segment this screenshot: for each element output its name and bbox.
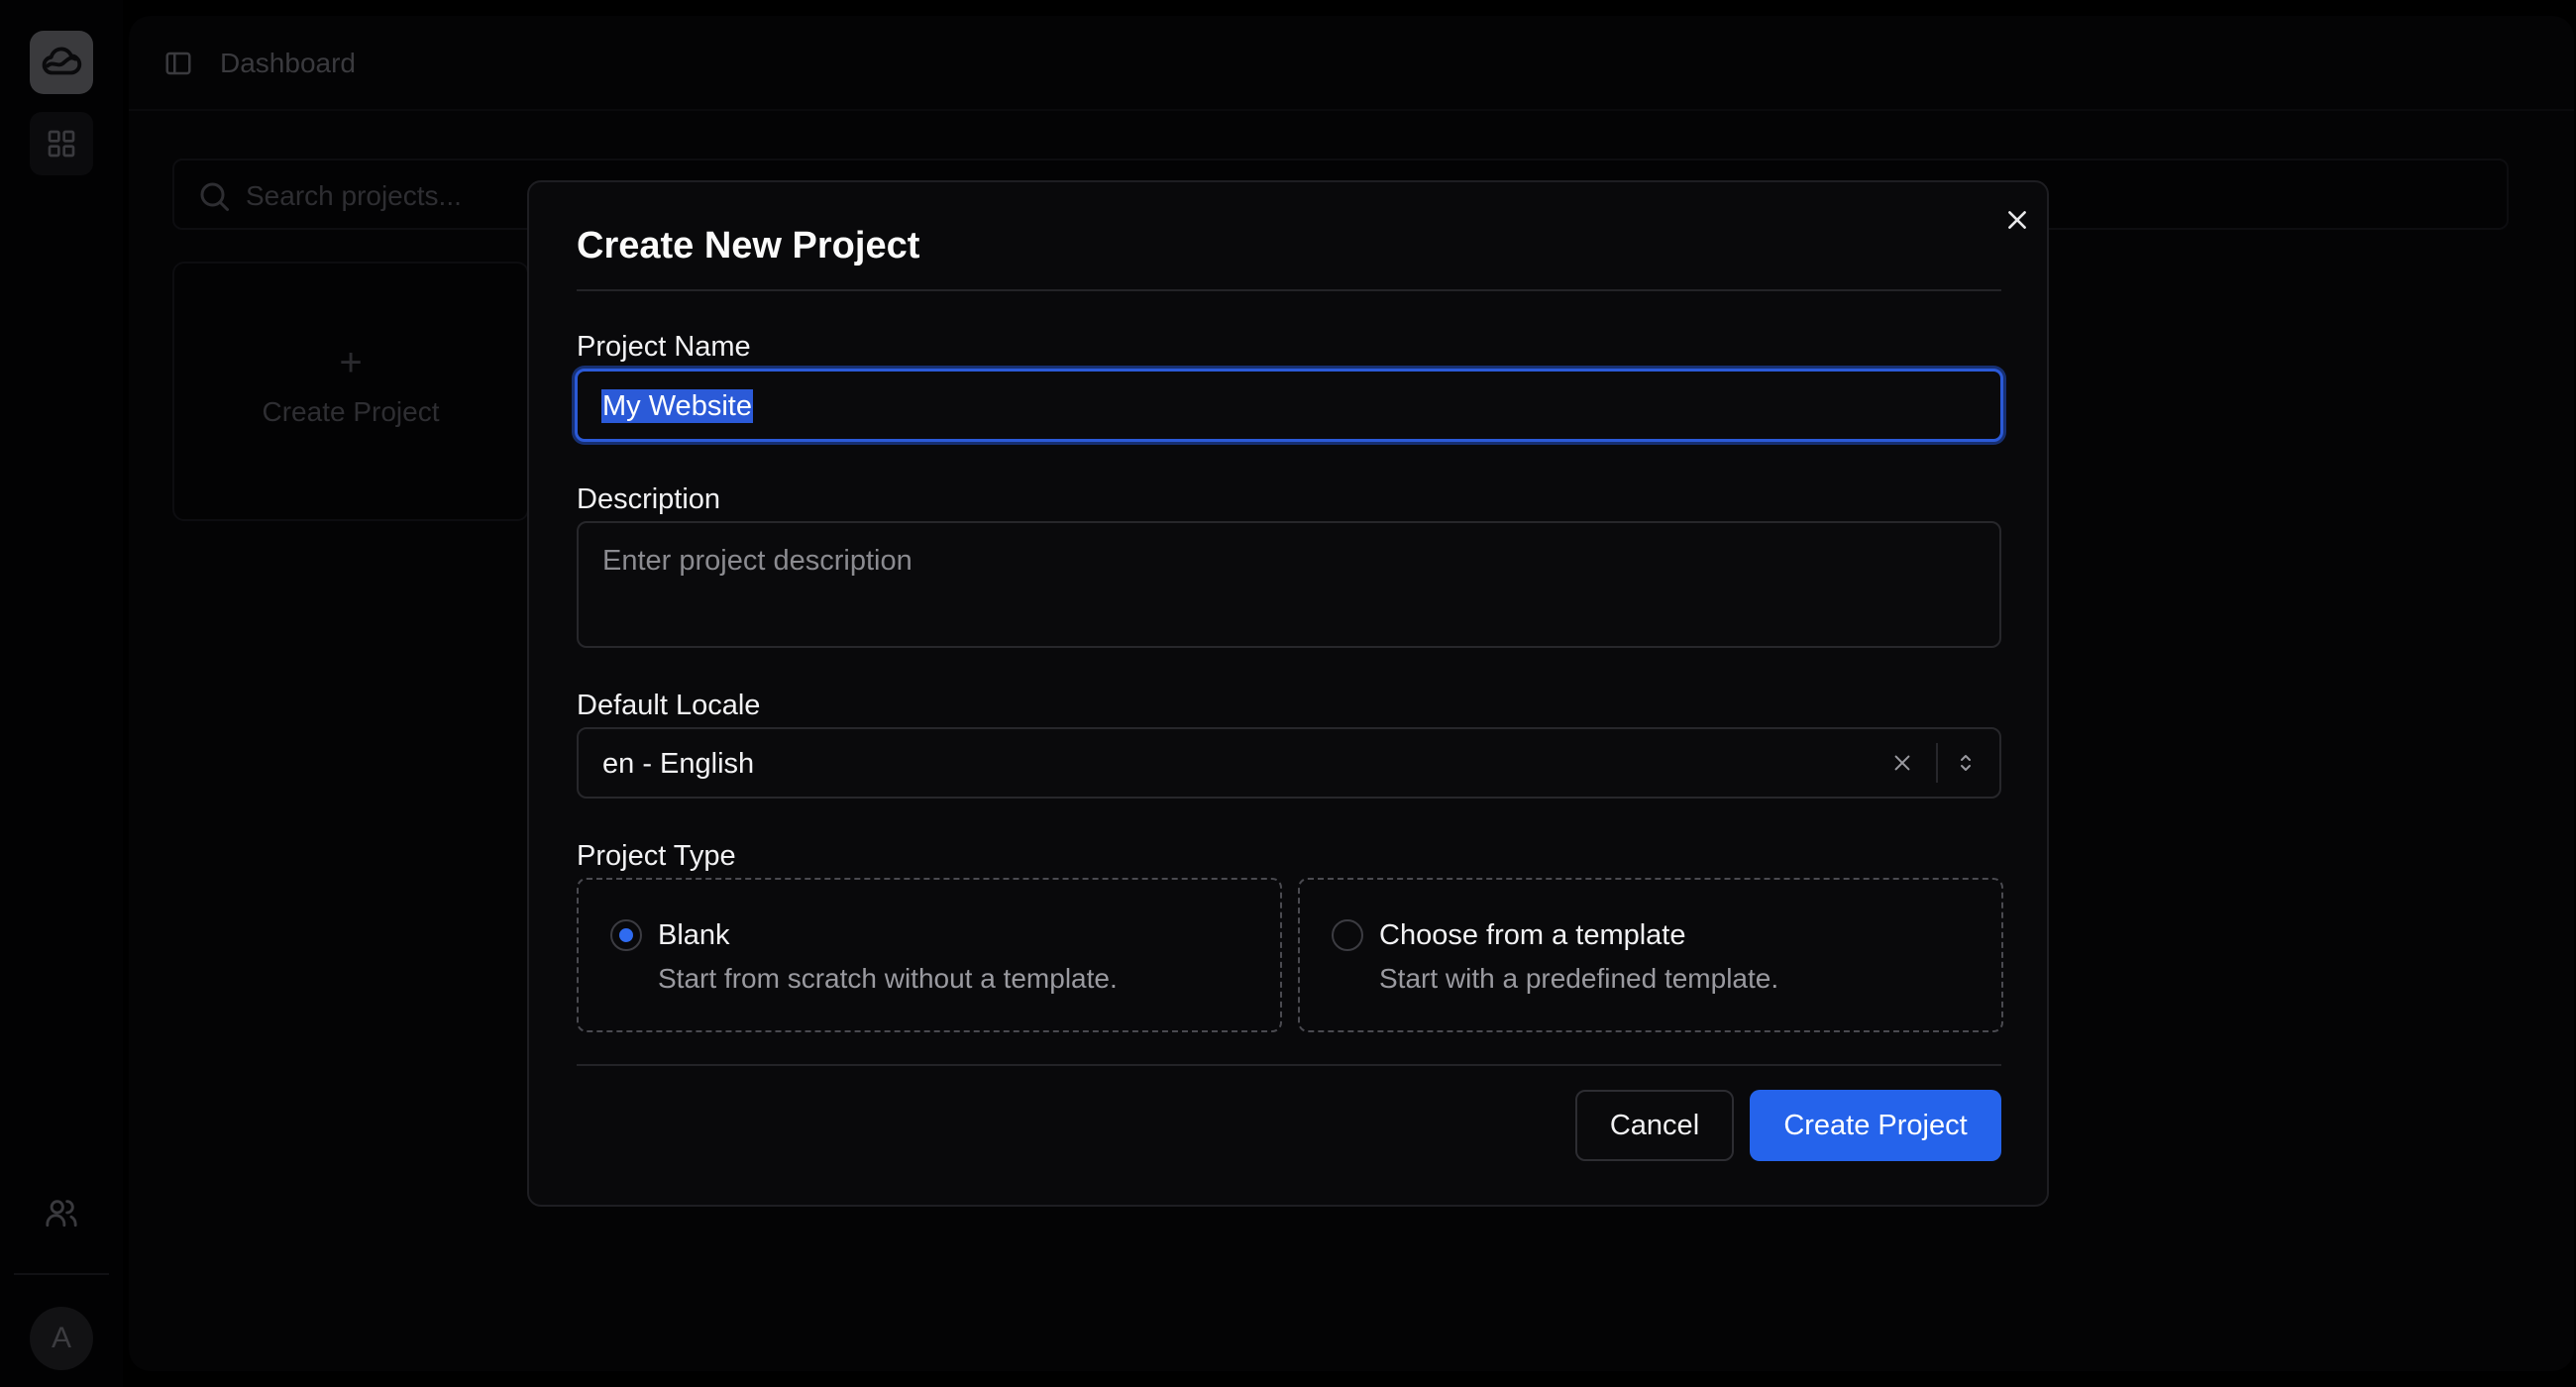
divider — [577, 1064, 2001, 1066]
create-project-card-label: Create Project — [262, 396, 440, 427]
project-name-label: Project Name — [577, 331, 751, 363]
option-title: Blank — [658, 919, 730, 951]
close-icon — [2008, 211, 2026, 229]
grid-icon — [48, 130, 75, 158]
default-locale-label: Default Locale — [577, 690, 761, 721]
sidebar-divider — [14, 1273, 109, 1275]
close-button[interactable] — [1995, 198, 2039, 242]
chevron-up-down-icon — [1961, 755, 1971, 771]
default-locale-value: en - English — [602, 748, 755, 780]
sidebar-toggle-button[interactable] — [161, 46, 196, 81]
option-description: Start from scratch without a template. — [658, 963, 1118, 994]
project-name-input[interactable]: My Website — [575, 369, 2003, 442]
plus-icon: + — [339, 341, 363, 384]
search-icon — [200, 182, 229, 211]
sidebar-item-projects[interactable] — [30, 112, 93, 175]
description-label: Description — [577, 483, 721, 515]
create-project-dialog: Create New Project Project Name My Websi… — [527, 180, 2049, 1207]
sidebar: A — [0, 0, 123, 1387]
radio-selected-dot — [619, 928, 633, 942]
breadcrumb[interactable]: Dashboard — [220, 46, 356, 81]
description-textarea[interactable]: Enter project description — [577, 521, 2001, 648]
create-project-button[interactable]: Create Project — [1750, 1090, 2001, 1161]
dialog-title: Create New Project — [577, 225, 920, 267]
project-type-option-template[interactable]: Choose from a template Start with a pred… — [1298, 878, 2003, 1032]
sidebar-toggle-icon — [165, 52, 191, 75]
locale-clear-button[interactable] — [1884, 745, 1920, 781]
cloud-logo-icon — [42, 47, 82, 75]
app-root: A Dashboard Search projects... + Create … — [0, 0, 2576, 1387]
top-bar: Dashboard — [129, 16, 2574, 111]
project-type-option-blank[interactable]: Blank Start from scratch without a templ… — [577, 878, 1282, 1032]
users-icon — [46, 1200, 77, 1227]
radio-template[interactable] — [1332, 919, 1363, 951]
default-locale-select[interactable]: en - English — [577, 727, 2001, 799]
select-separator — [1936, 743, 1938, 783]
sidebar-item-users[interactable] — [38, 1189, 85, 1236]
create-project-card[interactable]: + Create Project — [172, 262, 529, 521]
avatar[interactable]: A — [30, 1307, 93, 1370]
project-name-value: My Website — [601, 389, 753, 423]
option-title: Choose from a template — [1379, 919, 1686, 951]
description-placeholder: Enter project description — [602, 545, 912, 577]
project-type-label: Project Type — [577, 840, 736, 872]
divider — [577, 289, 2001, 291]
option-description: Start with a predefined template. — [1379, 963, 1779, 994]
cancel-button[interactable]: Cancel — [1575, 1090, 1734, 1161]
radio-blank[interactable] — [610, 919, 642, 951]
app-logo[interactable] — [30, 31, 93, 94]
locale-dropdown-toggle[interactable] — [1948, 745, 1984, 781]
search-input[interactable]: Search projects... — [246, 178, 462, 214]
clear-icon — [1894, 755, 1910, 771]
